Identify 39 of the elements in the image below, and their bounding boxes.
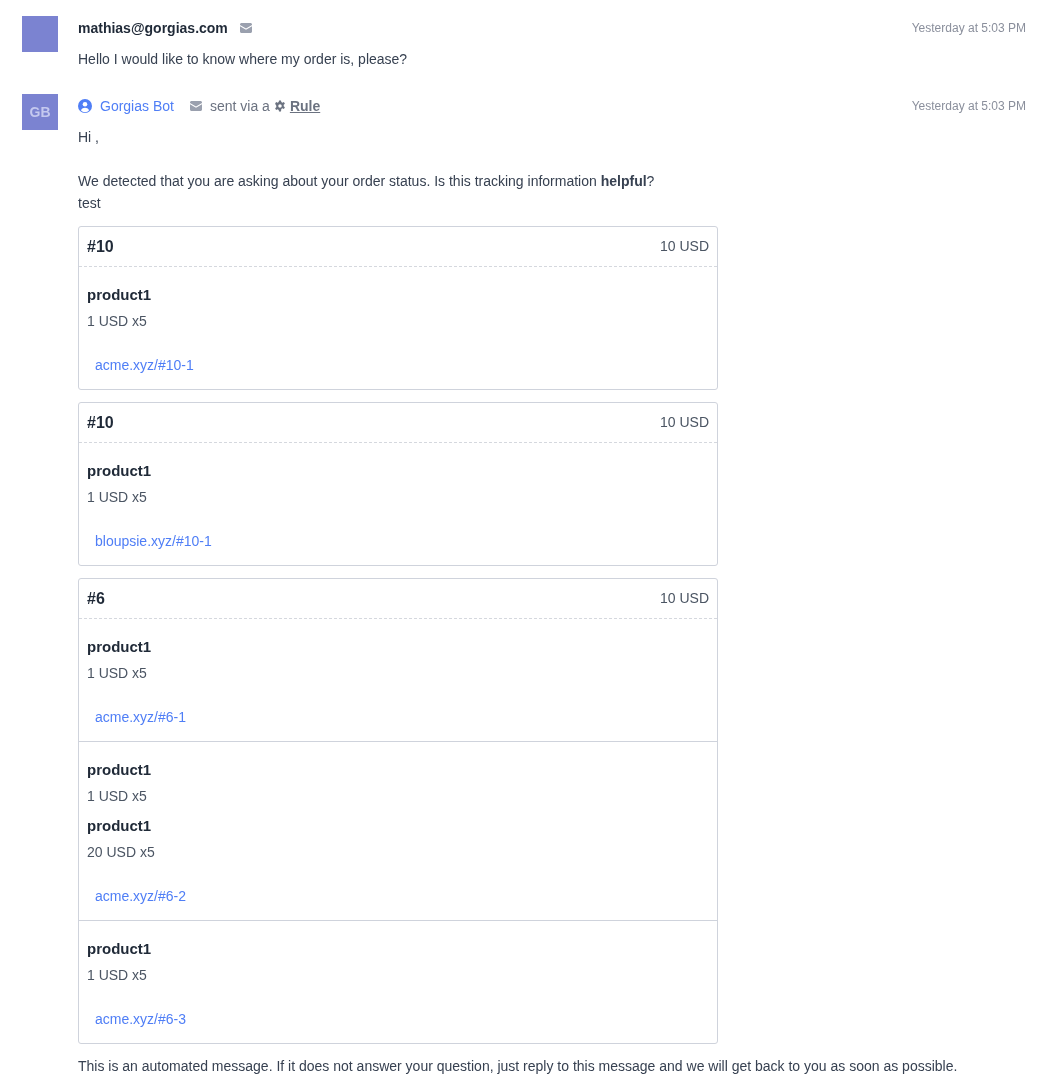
tracking-link[interactable]: acme.xyz/#10-1 xyxy=(95,355,194,376)
tracking-link[interactable]: acme.xyz/#6-1 xyxy=(95,707,187,728)
product-name: product1 xyxy=(87,760,153,780)
product-price: 1 USD x5 xyxy=(87,787,148,806)
order-number: #10 xyxy=(87,236,114,257)
product-name: product1 xyxy=(87,637,153,657)
user-icon xyxy=(78,99,92,113)
product-price: 20 USD x5 xyxy=(87,843,156,862)
message-text: Hi , xyxy=(78,128,100,147)
order-number: #6 xyxy=(87,588,105,609)
order-number: #10 xyxy=(87,412,114,433)
message-text: This is an automated message. If it does not answer your question, just reply to this message and we will get back to you as soon as possible. xyxy=(78,1057,959,1076)
via-label: sent via a xyxy=(209,96,270,116)
mail-icon xyxy=(239,23,252,33)
sender-name: mathias@gorgias.com xyxy=(78,18,228,38)
rule-link[interactable]: Rule xyxy=(289,95,321,117)
message-text: test xyxy=(78,194,102,213)
mail-icon xyxy=(189,101,202,111)
product-name: product1 xyxy=(87,816,153,836)
avatar: GB xyxy=(22,94,58,130)
product-price: 1 USD x5 xyxy=(87,488,148,507)
message-time: Yesterday at 5:03 PM xyxy=(911,20,1026,37)
product-name: product1 xyxy=(87,285,153,305)
tracking-link[interactable]: bloupsie.xyz/#10-1 xyxy=(95,531,212,552)
product-name: product1 xyxy=(87,461,153,481)
message-time: Yesterday at 5:03 PM xyxy=(911,98,1026,115)
tracking-link[interactable]: acme.xyz/#6-2 xyxy=(95,886,187,907)
product-price: 1 USD x5 xyxy=(87,966,148,985)
sender-name[interactable]: Gorgias Bot xyxy=(100,95,174,117)
order-total: 10 USD xyxy=(659,589,709,608)
product-price: 1 USD x5 xyxy=(87,312,148,331)
gear-icon xyxy=(273,100,286,112)
product-price: 1 USD x5 xyxy=(87,664,148,683)
message-text: We detected that you are asking about your order status. Is this tracking information helpful? xyxy=(78,172,656,191)
order-total: 10 USD xyxy=(659,413,709,432)
message-text: Hello I would like to know where my order is, please? xyxy=(78,50,409,69)
order-total: 10 USD xyxy=(659,237,709,256)
product-name: product1 xyxy=(87,939,153,959)
tracking-link[interactable]: acme.xyz/#6-3 xyxy=(95,1009,187,1030)
